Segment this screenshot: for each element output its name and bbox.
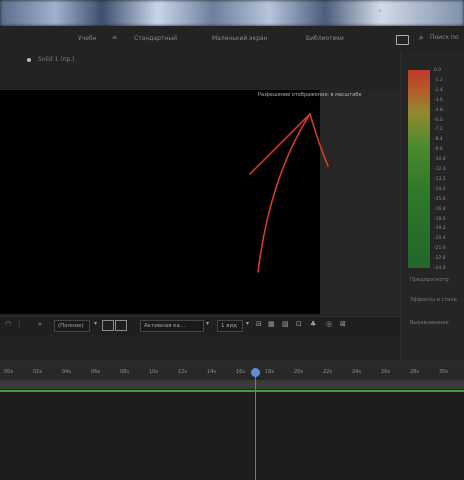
mask-icon[interactable]: ◠ [5, 320, 11, 328]
work-area-bar[interactable] [0, 381, 464, 389]
db-label: -7.2 [434, 127, 443, 133]
db-label: -15.6 [434, 196, 446, 202]
fast-preview-icon[interactable]: ◎ [326, 320, 332, 328]
time-tick-label: 10s [149, 369, 158, 375]
db-label: 0.0 [434, 68, 442, 73]
time-tick-label: 28s [410, 369, 419, 375]
flowchart-icon[interactable]: ⊠ [340, 320, 346, 328]
zoom-magnifier-icon[interactable]: ⌕ [38, 320, 42, 329]
time-tick-label: 12s [178, 369, 187, 375]
zoom-dropdown[interactable]: (Полное) [54, 320, 90, 332]
db-label: -20.4 [434, 236, 446, 242]
camera-view-value: 1 вид [221, 323, 237, 329]
db-label: -24.0 [434, 266, 446, 271]
search-help-field[interactable]: Поиск по [430, 34, 459, 41]
time-tick-label: 22s [323, 369, 332, 375]
db-label: -1.2 [434, 77, 443, 83]
db-label: -13.2 [434, 176, 446, 182]
resolution-value: Активная ка… [144, 323, 186, 329]
db-label: -9.6 [434, 147, 443, 153]
toolbar-divider: | [18, 320, 21, 328]
db-label: -19.2 [434, 226, 446, 232]
workspace-tab-standard[interactable]: Стандартный [134, 35, 177, 42]
workspace-more-icon[interactable]: » [378, 7, 382, 15]
db-label: -12.0 [434, 167, 446, 172]
resolution-chevron-icon[interactable]: ▾ [206, 320, 209, 327]
time-tick-label: 06s [91, 369, 100, 375]
timeline-header [0, 360, 464, 368]
db-label: -21.6 [434, 246, 446, 252]
grid-icon[interactable] [102, 320, 114, 331]
playhead-line[interactable] [255, 368, 256, 480]
layer-name: Solid 1 (пр.) [38, 56, 75, 63]
db-label: -18.0 [434, 216, 446, 222]
resolution-dropdown[interactable]: Активная ка… [140, 320, 204, 332]
db-label: -22.8 [434, 256, 446, 262]
arrow-head-right [309, 113, 329, 167]
workspace-tab-libraries[interactable]: Библиотеки [306, 35, 344, 42]
time-tick-label: 18s [265, 369, 274, 375]
timeline-track-area[interactable] [0, 392, 464, 480]
camera-snapshot-icon[interactable] [115, 320, 127, 331]
audio-level-meter [408, 70, 430, 268]
arrow-head-left [249, 113, 311, 175]
time-ruler[interactable]: 00s 02s 04s 06s 08s 10s 12s 14s 16s 18s 20s 22s 24s 2… [0, 368, 464, 381]
annotation-arrow [249, 113, 329, 273]
workspace-tab-menu-icon[interactable]: ≡ [112, 34, 117, 41]
workspace-tab-learn[interactable]: Учебн [78, 35, 97, 42]
effects-panel-label[interactable]: Эффекты и стили [410, 297, 457, 303]
time-tick-label: 14s [207, 369, 216, 375]
align-panel-label[interactable]: Выравнивание [410, 320, 449, 326]
db-label: -2.4 [434, 87, 443, 93]
chevron-down-icon[interactable]: ▾ [94, 320, 97, 327]
playhead-handle[interactable] [251, 368, 260, 377]
transparency-icon[interactable]: ▧ [282, 320, 289, 328]
time-tick-label: 08s [120, 369, 129, 375]
region-icon[interactable]: ▦ [268, 320, 275, 328]
db-label: -6.0 [434, 117, 443, 123]
db-label: -4.8 [434, 107, 443, 113]
time-tick-label: 20s [294, 369, 303, 375]
db-label: -3.6 [434, 97, 443, 103]
time-tick-label: 16s [236, 369, 245, 375]
camera-view-dropdown[interactable]: 1 вид [217, 320, 243, 332]
annotation-text: Разрешение отображения: в масштабе [258, 92, 362, 98]
time-tick-label: 26s [381, 369, 390, 375]
db-scale: 0.0 -1.2 -2.4 -3.6 -4.8 -6.0 -7.2 -8.4 -9.6 -10.8… [434, 68, 454, 271]
sync-settings-icon[interactable] [396, 35, 409, 45]
db-label: -14.4 [434, 186, 446, 192]
layer-bullet-icon [27, 58, 31, 62]
time-tick-label: 00s [4, 369, 13, 375]
arrow-shaft [257, 113, 311, 273]
camera-chevron-icon[interactable]: ▾ [246, 320, 249, 327]
background-photo-strip [0, 0, 464, 26]
3d-view-icon[interactable]: ⊡ [296, 320, 302, 328]
zoom-value: (Полное) [58, 323, 84, 329]
db-label: -10.8 [434, 157, 446, 163]
time-tick-label: 30s [439, 369, 448, 375]
db-label: -16.8 [434, 206, 446, 212]
preview-panel-label[interactable]: Предпросмотр [410, 277, 449, 283]
db-label: -8.4 [434, 137, 443, 143]
time-tick-label: 04s [62, 369, 71, 375]
search-icon[interactable]: ⌕ [419, 33, 423, 43]
channel-icon[interactable]: ⊟ [256, 320, 262, 328]
network-icon[interactable]: ♣ [310, 320, 316, 328]
time-tick-label: 02s [33, 369, 42, 375]
time-tick-label: 24s [352, 369, 361, 375]
workspace-tab-small-screen[interactable]: Маленький экран [212, 35, 268, 42]
